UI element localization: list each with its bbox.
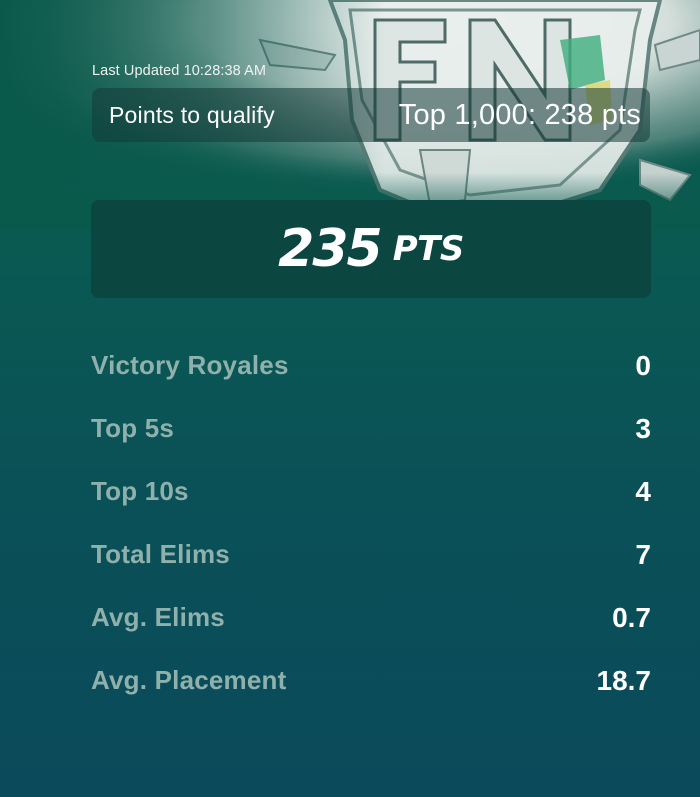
total-points-value: 235 [278, 219, 383, 279]
points-to-qualify-bar: Points to qualify Top 1,000: 238 pts [92, 88, 650, 142]
stat-row-avg-elims: Avg. Elims 0.7 [91, 586, 651, 649]
total-points-unit: PTS [392, 229, 465, 269]
stat-row-avg-placement: Avg. Placement 18.7 [91, 649, 651, 712]
stat-label: Top 5s [91, 413, 175, 443]
qualify-threshold-value: Top 1,000: 238 pts [398, 98, 641, 131]
stat-row-victory-royales: Victory Royales 0 [91, 334, 651, 397]
stat-value: 7 [635, 538, 651, 570]
stat-label: Victory Royales [91, 350, 289, 380]
stat-row-total-elims: Total Elims 7 [91, 523, 651, 586]
stat-label: Avg. Placement [91, 665, 287, 695]
stat-value: 3 [635, 412, 651, 444]
total-points-card: 235 PTS [91, 200, 651, 298]
last-updated-timestamp: Last Updated 10:28:38 AM [92, 63, 267, 79]
stat-value: 0 [635, 349, 651, 381]
stat-row-top-5s: Top 5s 3 [91, 397, 651, 460]
stat-row-top-10s: Top 10s 4 [91, 460, 651, 523]
points-to-qualify-label: Points to qualify [109, 101, 275, 128]
stat-label: Avg. Elims [91, 602, 225, 632]
stats-list: Victory Royales 0 Top 5s 3 Top 10s 4 Tot… [91, 334, 651, 712]
stat-value: 4 [635, 475, 651, 507]
stat-label: Top 10s [91, 476, 189, 506]
stat-label: Total Elims [91, 539, 230, 569]
stat-value: 18.7 [596, 664, 652, 696]
stat-value: 0.7 [612, 601, 651, 633]
